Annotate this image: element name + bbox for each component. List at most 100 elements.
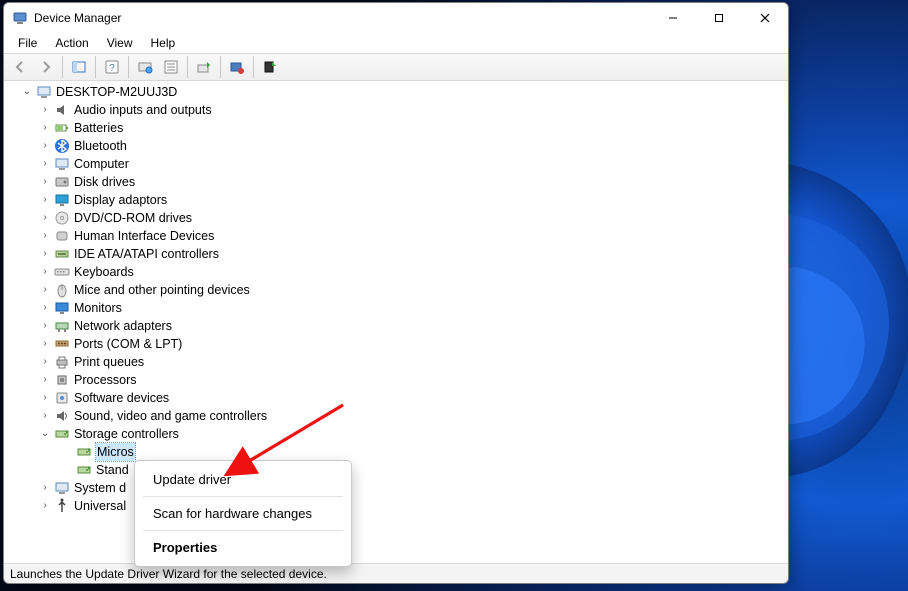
scan-hardware-button[interactable] <box>133 55 157 79</box>
tree-category-node[interactable]: › Computer <box>8 155 788 173</box>
tree-category-node[interactable]: ⌄ Storage controllers <box>8 425 788 443</box>
tree-root-node[interactable]: ⌄ DESKTOP-M2UUJ3D <box>8 83 788 101</box>
help-toolbar-button[interactable]: ? <box>100 55 124 79</box>
back-button[interactable] <box>8 55 32 79</box>
tree-category-node[interactable]: › Processors <box>8 371 788 389</box>
tree-node-label[interactable]: Print queues <box>74 353 144 371</box>
chevron-right-icon[interactable]: › <box>38 211 52 225</box>
chevron-down-icon[interactable]: ⌄ <box>38 427 52 441</box>
tree-node-label[interactable]: Audio inputs and outputs <box>74 101 212 119</box>
chevron-right-icon[interactable]: › <box>38 247 52 261</box>
menu-view[interactable]: View <box>99 35 141 51</box>
storage-controller-icon <box>76 462 92 478</box>
tree-node-label[interactable]: System d <box>74 479 126 497</box>
expander-blank <box>60 445 74 459</box>
chevron-right-icon[interactable]: › <box>38 193 52 207</box>
chevron-right-icon[interactable]: › <box>38 337 52 351</box>
chevron-down-icon[interactable]: ⌄ <box>20 85 34 99</box>
context-menu-separator <box>143 496 343 497</box>
tree-node-label[interactable]: DESKTOP-M2UUJ3D <box>56 83 177 101</box>
maximize-button[interactable] <box>696 3 742 33</box>
tree-category-node[interactable]: › Sound, video and game controllers <box>8 407 788 425</box>
tree-node-label[interactable]: Sound, video and game controllers <box>74 407 267 425</box>
tree-category-node[interactable]: › Batteries <box>8 119 788 137</box>
context-update-driver[interactable]: Update driver <box>135 465 351 494</box>
menu-file[interactable]: File <box>10 35 45 51</box>
chevron-right-icon[interactable]: › <box>38 121 52 135</box>
tree-category-node[interactable]: › Human Interface Devices <box>8 227 788 245</box>
chevron-right-icon[interactable]: › <box>38 391 52 405</box>
tree-node-label[interactable]: Bluetooth <box>74 137 127 155</box>
tree-category-node[interactable]: › Software devices <box>8 389 788 407</box>
tree-node-label[interactable]: Stand <box>96 461 129 479</box>
toolbar: ? <box>4 53 788 81</box>
tree-node-label[interactable]: Network adapters <box>74 317 172 335</box>
tree-device-node[interactable]: Micros <box>8 443 788 461</box>
chevron-right-icon[interactable]: › <box>38 481 52 495</box>
uninstall-device-toolbar-button[interactable] <box>225 55 249 79</box>
tree-category-node[interactable]: › System d <box>8 479 788 497</box>
tree-node-label[interactable]: Universal <box>74 497 126 515</box>
tree-device-node[interactable]: Stand <box>8 461 788 479</box>
tree-node-label[interactable]: DVD/CD-ROM drives <box>74 209 192 227</box>
chevron-right-icon[interactable]: › <box>38 103 52 117</box>
tree-category-node[interactable]: › Display adaptors <box>8 191 788 209</box>
expander-blank <box>60 463 74 477</box>
tree-category-node[interactable]: › IDE ATA/ATAPI controllers <box>8 245 788 263</box>
chevron-right-icon[interactable]: › <box>38 301 52 315</box>
update-driver-toolbar-button[interactable] <box>192 55 216 79</box>
tree-category-node[interactable]: › Disk drives <box>8 173 788 191</box>
tree-node-label[interactable]: Computer <box>74 155 129 173</box>
chevron-right-icon[interactable]: › <box>38 319 52 333</box>
enable-device-toolbar-button[interactable] <box>258 55 282 79</box>
tree-category-node[interactable]: › Mice and other pointing devices <box>8 281 788 299</box>
close-button[interactable] <box>742 3 788 33</box>
tree-node-label[interactable]: Mice and other pointing devices <box>74 281 250 299</box>
menu-help[interactable]: Help <box>143 35 184 51</box>
tree-category-node[interactable]: › Ports (COM & LPT) <box>8 335 788 353</box>
title-bar[interactable]: Device Manager <box>4 3 788 33</box>
minimize-button[interactable] <box>650 3 696 33</box>
chevron-right-icon[interactable]: › <box>38 175 52 189</box>
menu-action[interactable]: Action <box>47 35 96 51</box>
system-icon <box>54 480 70 496</box>
tree-node-label[interactable]: Storage controllers <box>74 425 179 443</box>
tree-node-label[interactable]: Software devices <box>74 389 169 407</box>
show-hide-console-tree-button[interactable] <box>67 55 91 79</box>
chevron-right-icon[interactable]: › <box>38 409 52 423</box>
tree-node-label[interactable]: Batteries <box>74 119 123 137</box>
context-properties[interactable]: Properties <box>135 533 351 562</box>
chevron-right-icon[interactable]: › <box>38 229 52 243</box>
chevron-right-icon[interactable]: › <box>38 499 52 513</box>
tree-node-label[interactable]: Micros <box>96 443 135 461</box>
tree-category-node[interactable]: › Print queues <box>8 353 788 371</box>
tree-category-node[interactable]: › DVD/CD-ROM drives <box>8 209 788 227</box>
properties-toolbar-button[interactable] <box>159 55 183 79</box>
tree-category-node[interactable]: › Keyboards <box>8 263 788 281</box>
computer-icon <box>36 84 52 100</box>
tree-node-label[interactable]: Ports (COM & LPT) <box>74 335 182 353</box>
chevron-right-icon[interactable]: › <box>38 373 52 387</box>
window-controls <box>650 3 788 33</box>
chevron-right-icon[interactable]: › <box>38 157 52 171</box>
tree-node-label[interactable]: IDE ATA/ATAPI controllers <box>74 245 219 263</box>
chevron-right-icon[interactable]: › <box>38 265 52 279</box>
tree-node-label[interactable]: Human Interface Devices <box>74 227 214 245</box>
tree-category-node[interactable]: › Universal <box>8 497 788 515</box>
tree-category-node[interactable]: › Bluetooth <box>8 137 788 155</box>
forward-button[interactable] <box>34 55 58 79</box>
tree-node-label[interactable]: Processors <box>74 371 137 389</box>
tree-node-label[interactable]: Keyboards <box>74 263 134 281</box>
device-tree[interactable]: ⌄ DESKTOP-M2UUJ3D › Audio inputs and outp… <box>4 81 788 563</box>
chevron-right-icon[interactable]: › <box>38 139 52 153</box>
tree-node-label[interactable]: Disk drives <box>74 173 135 191</box>
chevron-right-icon[interactable]: › <box>38 355 52 369</box>
context-scan-hardware[interactable]: Scan for hardware changes <box>135 499 351 528</box>
tree-category-node[interactable]: › Monitors <box>8 299 788 317</box>
chevron-right-icon[interactable]: › <box>38 283 52 297</box>
tree-category-node[interactable]: › Network adapters <box>8 317 788 335</box>
tree-category-node[interactable]: › Audio inputs and outputs <box>8 101 788 119</box>
tree-node-label[interactable]: Display adaptors <box>74 191 167 209</box>
hid-icon <box>54 228 70 244</box>
tree-node-label[interactable]: Monitors <box>74 299 122 317</box>
